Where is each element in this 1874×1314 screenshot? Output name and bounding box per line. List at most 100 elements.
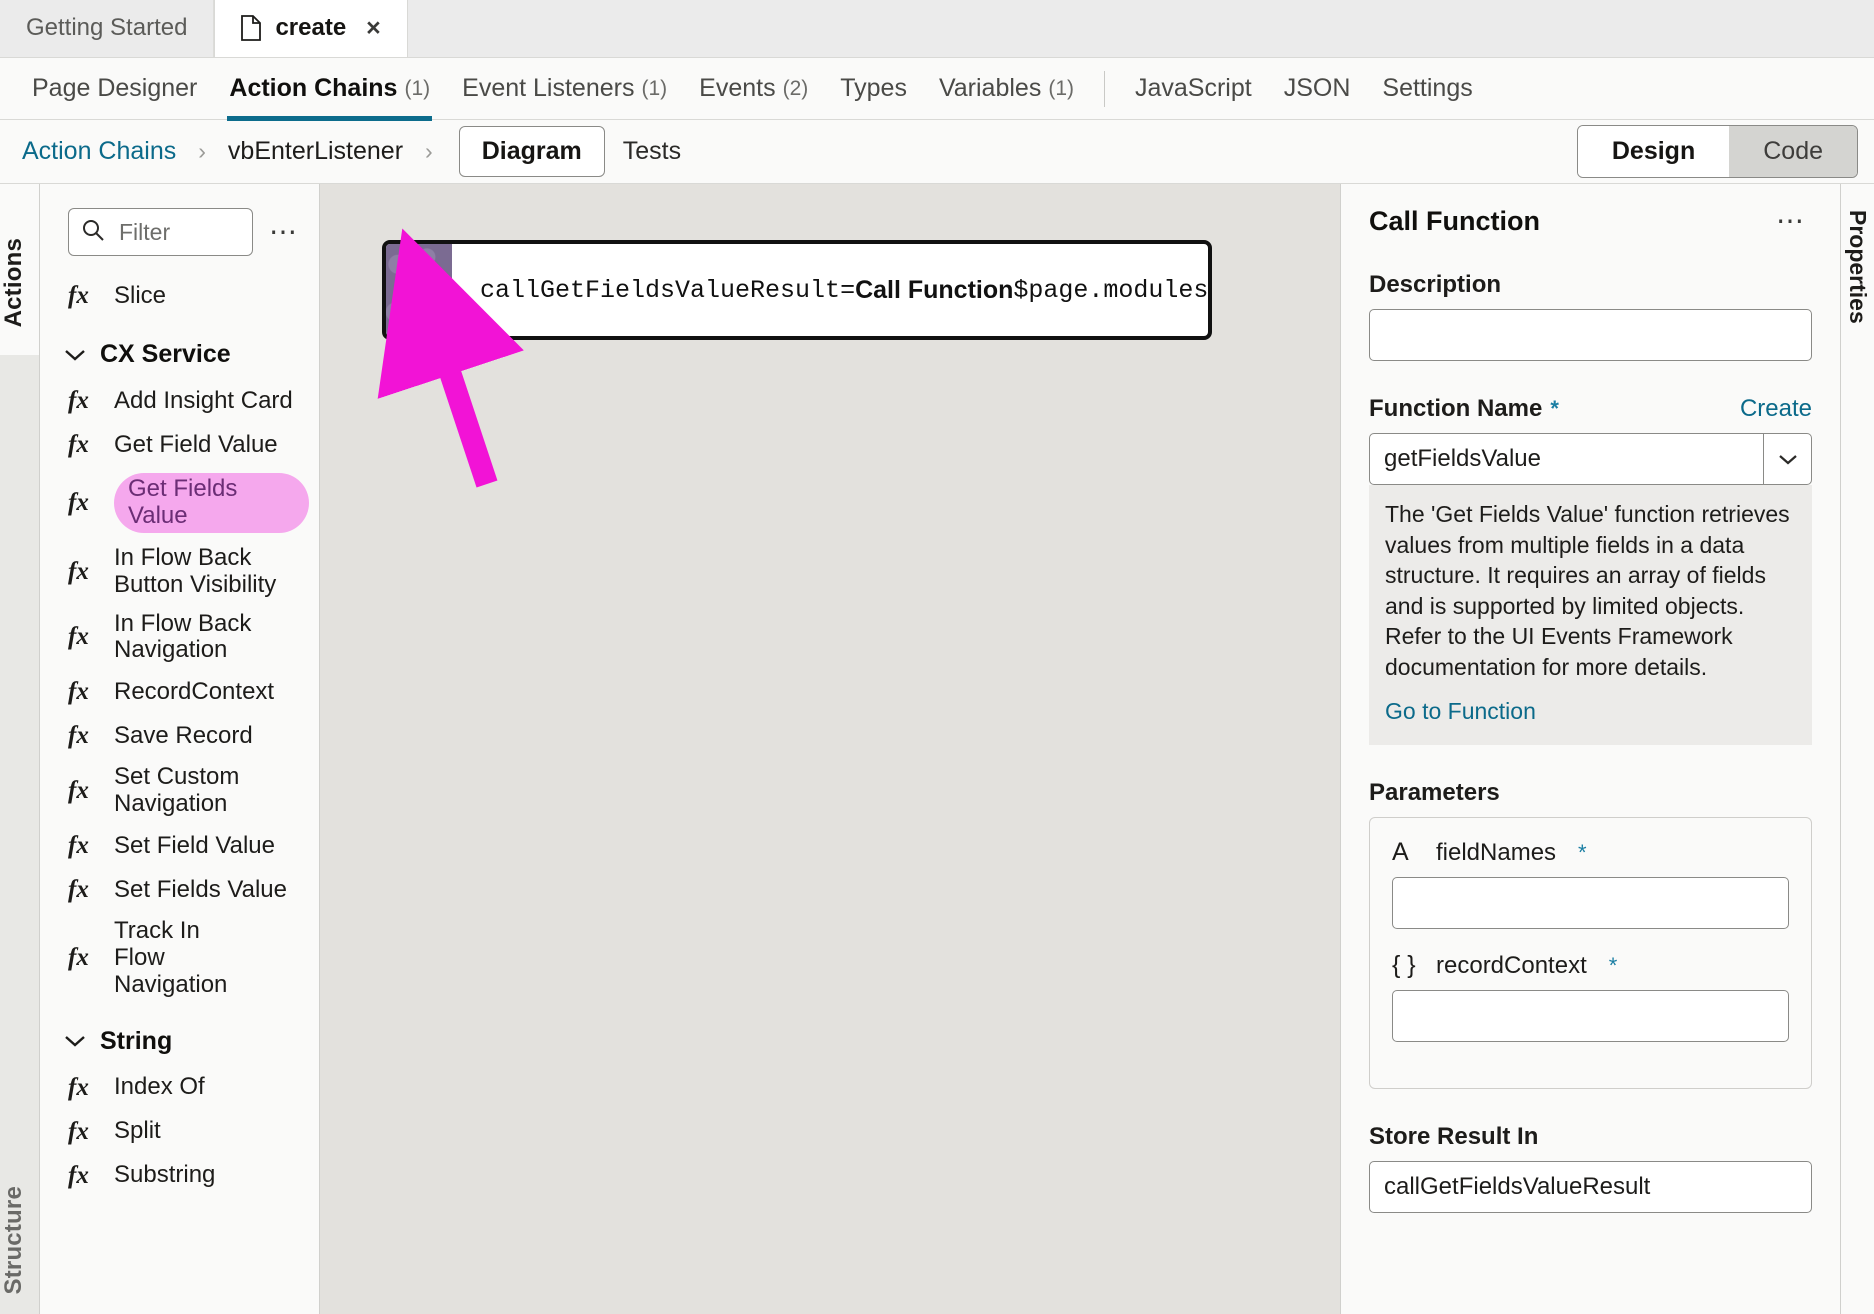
fx-icon: fx	[68, 557, 89, 585]
palette-item-add-insight-card[interactable]: fx Add Insight Card	[40, 379, 319, 423]
action-chain-canvas[interactable]: JS callGetFieldsValueResult = Call Funct…	[320, 184, 1340, 1314]
description-field[interactable]	[1369, 309, 1812, 361]
rail-tab-properties[interactable]: Properties	[1844, 210, 1871, 1314]
view-tab-tests[interactable]: Tests	[605, 127, 699, 176]
store-result-label-text: Store Result In	[1369, 1123, 1539, 1151]
palette-item-set-custom-navigation[interactable]: fx Set Custom Navigation	[40, 758, 319, 824]
annotation-arrow	[377, 228, 524, 488]
editor-body: Actions Structure ⋯	[0, 184, 1874, 1314]
palette-item-get-fields-value[interactable]: fx Get Fields Value	[40, 467, 319, 539]
tab-variables[interactable]: Variables (1)	[923, 58, 1090, 120]
required-asterisk: *	[1550, 396, 1559, 421]
tab-page-designer[interactable]: Page Designer	[16, 58, 213, 120]
palette-item-in-flow-back-navigation[interactable]: fx In Flow Back Navigation	[40, 605, 319, 671]
go-to-function-link[interactable]: Go to Function	[1385, 696, 1796, 727]
tab-label: Settings	[1382, 74, 1473, 102]
tab-action-chains[interactable]: Action Chains (1)	[213, 58, 446, 121]
function-name-select[interactable]: getFieldsValue	[1369, 433, 1812, 485]
node-target: $page.modules	[1013, 275, 1208, 305]
palette-item-slice[interactable]: fx Slice	[40, 274, 319, 318]
fx-icon: fx	[68, 387, 89, 414]
palette-item-get-field-value[interactable]: fx Get Field Value	[40, 423, 319, 467]
palette-item-label: Save Record	[114, 721, 253, 749]
parameter-recordcontext-input[interactable]	[1392, 990, 1789, 1043]
fx-icon: fx	[68, 623, 89, 651]
create-function-link[interactable]: Create	[1740, 395, 1812, 423]
palette-group-label: String	[100, 1026, 173, 1055]
fx-icon: fx	[68, 1073, 89, 1101]
tab-json[interactable]: JSON	[1268, 58, 1367, 120]
palette-item-label: Set Field Value	[114, 831, 275, 859]
mode-toggle-design[interactable]: Design	[1577, 126, 1730, 177]
mode-toggle-code[interactable]: Code	[1729, 126, 1857, 177]
window-tab-create[interactable]: create ×	[214, 0, 408, 57]
js-call-function-icon: JS	[386, 244, 452, 336]
palette-group-string[interactable]: String	[40, 1005, 319, 1066]
tab-label: Variables	[938, 74, 1042, 102]
tab-types[interactable]: Types	[824, 58, 923, 120]
palette-item-track-in-flow-navigation[interactable]: fx Track In Flow Navigation	[40, 912, 319, 1005]
palette-group-cx-service[interactable]: CX Service	[40, 318, 319, 379]
function-help-text: The 'Get Fields Value' function retrieve…	[1385, 501, 1790, 680]
palette-item-label: Split	[114, 1117, 161, 1145]
chevron-right-icon: ›	[198, 138, 206, 164]
palette-item-in-flow-back-button-visibility[interactable]: fx In Flow Back Button Visibility	[40, 539, 319, 605]
palette-item-label: Index Of	[114, 1073, 205, 1101]
palette-item-split[interactable]: fx Split	[40, 1110, 319, 1154]
palette-item-label: Add Insight Card	[114, 386, 293, 414]
palette-item-label: Substring	[114, 1161, 216, 1189]
palette-item-index-of[interactable]: fx Index Of	[40, 1066, 319, 1110]
tab-count: (1)	[641, 76, 668, 100]
breadcrumb-root-link[interactable]: Action Chains	[16, 137, 182, 166]
palette-item-label: Slice	[114, 281, 167, 309]
fx-icon: fx	[68, 488, 89, 516]
window-tab-label: create	[275, 14, 347, 41]
palette-item-set-fields-value[interactable]: fx Set Fields Value	[40, 868, 319, 912]
store-result-input[interactable]: callGetFieldsValueResult	[1369, 1161, 1812, 1214]
tab-settings[interactable]: Settings	[1366, 58, 1488, 120]
tab-label: Page Designer	[32, 74, 198, 102]
chevron-down-icon	[64, 1034, 86, 1048]
rail-tab-structure[interactable]: Structure	[0, 1145, 39, 1314]
chevron-down-icon[interactable]	[1763, 434, 1811, 484]
rail-tab-actions[interactable]: Actions	[0, 220, 39, 345]
fx-icon: fx	[68, 282, 89, 309]
editor-sub-tabs: Page Designer Action Chains (1) Event Li…	[0, 58, 1874, 121]
tab-label: JavaScript	[1135, 74, 1252, 102]
tab-strip-empty-area	[407, 0, 1874, 57]
window-tab-getting-started[interactable]: Getting Started	[0, 0, 215, 57]
action-node-call-function[interactable]: JS callGetFieldsValueResult = Call Funct…	[382, 240, 1212, 340]
palette-filter-box[interactable]	[68, 208, 253, 256]
string-type-icon: A	[1392, 838, 1409, 867]
palette-item-label: Set Fields Value	[114, 875, 287, 903]
fx-icon: fx	[68, 722, 89, 750]
breadcrumb-bar: Action Chains › vbEnterListener › Diagra…	[0, 120, 1874, 184]
node-equals: =	[840, 275, 856, 305]
store-result-label: Store Result In	[1369, 1123, 1812, 1151]
close-icon[interactable]: ×	[366, 15, 381, 41]
fx-icon: fx	[68, 876, 89, 903]
tab-count: (1)	[1048, 76, 1074, 100]
left-rail: Actions Structure	[0, 184, 40, 1314]
function-name-label-text: Function Name	[1369, 395, 1543, 422]
tab-event-listeners[interactable]: Event Listeners (1)	[446, 58, 683, 120]
tab-events[interactable]: Events (2)	[683, 58, 824, 120]
parameter-fieldnames-input[interactable]	[1392, 877, 1789, 930]
view-tab-diagram[interactable]: Diagram	[458, 126, 605, 177]
properties-header: Call Function ⋯	[1369, 206, 1812, 237]
search-icon	[81, 218, 105, 247]
kebab-icon[interactable]: ⋯	[263, 217, 305, 245]
action-node-text: callGetFieldsValueResult = Call Function…	[452, 244, 1208, 336]
tab-javascript[interactable]: JavaScript	[1119, 58, 1268, 120]
palette-item-save-record[interactable]: fx Save Record	[40, 714, 319, 758]
panel-bottom-spacer	[1369, 1213, 1812, 1233]
tab-label: Event Listeners	[462, 74, 635, 102]
fx-icon: fx	[68, 431, 89, 458]
palette-item-recordcontext[interactable]: fx RecordContext	[40, 670, 319, 714]
kebab-icon[interactable]: ⋯	[1770, 207, 1812, 235]
tab-label: Events	[699, 74, 776, 102]
palette-item-set-field-value[interactable]: fx Set Field Value	[40, 824, 319, 868]
palette-filter-input[interactable]	[117, 217, 240, 247]
palette-item-substring[interactable]: fx Substring	[40, 1154, 319, 1198]
breadcrumb-chain-name[interactable]: vbEnterListener	[222, 137, 409, 166]
